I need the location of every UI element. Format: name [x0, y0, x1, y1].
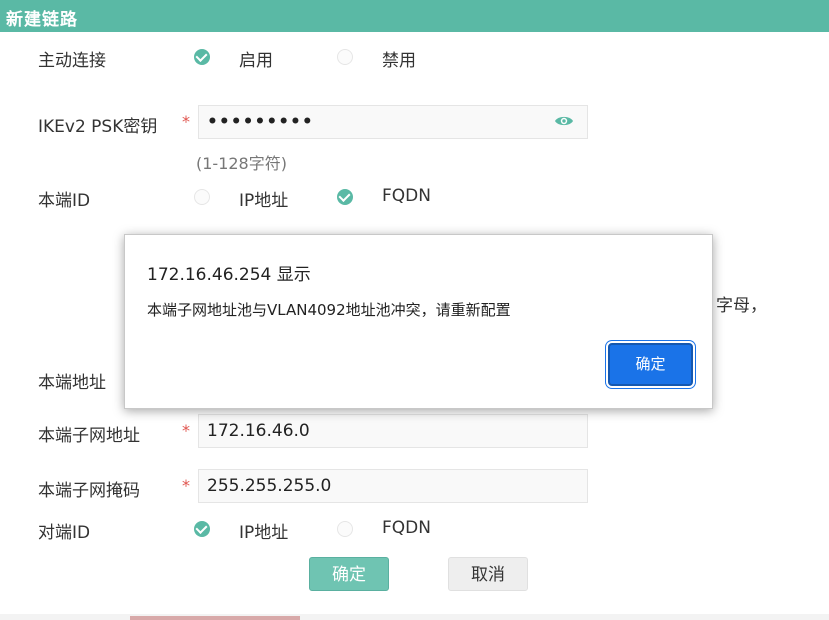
peer-id-label: 对端ID — [38, 523, 91, 543]
local-address-label: 本端地址 — [38, 373, 106, 393]
active-connect-disable-radio[interactable] — [337, 49, 353, 65]
alert-origin: 172.16.46.254 显示 — [147, 265, 311, 285]
local-id-ip-radio[interactable] — [194, 189, 210, 205]
local-subnet-input[interactable]: 172.16.46.0 — [198, 414, 588, 448]
peer-id-fqdn-radio[interactable] — [337, 521, 353, 537]
alert-dialog: 172.16.46.254 显示 本端子网地址池与VLAN4092地址池冲突，请… — [124, 234, 713, 409]
local-mask-input[interactable]: 255.255.255.0 — [198, 469, 588, 503]
active-connect-enable-radio[interactable] — [194, 49, 210, 65]
window-title: 新建链路 — [6, 10, 78, 30]
eye-icon[interactable] — [554, 114, 574, 128]
psk-required-mark: * — [182, 112, 190, 131]
bottom-strip — [0, 614, 829, 620]
active-connect-label: 主动连接 — [38, 51, 106, 71]
local-id-fqdn-radio[interactable] — [337, 189, 353, 205]
peer-id-ip-label[interactable]: IP地址 — [239, 518, 288, 543]
alert-ok-button[interactable]: 确定 — [608, 343, 693, 386]
ok-button[interactable]: 确定 — [309, 557, 389, 591]
local-id-hint-fragment: 字母， — [716, 296, 767, 316]
psk-input[interactable]: ••••••••• — [198, 105, 588, 139]
active-connect-disable-label[interactable]: 禁用 — [382, 46, 416, 71]
title-bar: 新建链路 — [0, 0, 829, 32]
psk-label: IKEv2 PSK密钥 — [38, 117, 158, 137]
local-mask-required-mark: * — [182, 476, 190, 495]
local-mask-label: 本端子网掩码 — [38, 481, 140, 501]
peer-id-fqdn-label[interactable]: FQDN — [382, 518, 431, 538]
bottom-strip-segment — [130, 616, 300, 620]
local-id-ip-label[interactable]: IP地址 — [239, 186, 288, 211]
active-connect-enable-label[interactable]: 启用 — [239, 46, 273, 71]
alert-message: 本端子网地址池与VLAN4092地址池冲突，请重新配置 — [147, 301, 511, 319]
psk-hint: (1-128字符) — [196, 154, 287, 173]
local-subnet-label: 本端子网地址 — [38, 426, 140, 446]
local-subnet-required-mark: * — [182, 421, 190, 440]
peer-id-ip-radio[interactable] — [194, 521, 210, 537]
local-id-fqdn-label[interactable]: FQDN — [382, 186, 431, 206]
cancel-button[interactable]: 取消 — [448, 557, 528, 591]
local-id-label: 本端ID — [38, 191, 91, 211]
